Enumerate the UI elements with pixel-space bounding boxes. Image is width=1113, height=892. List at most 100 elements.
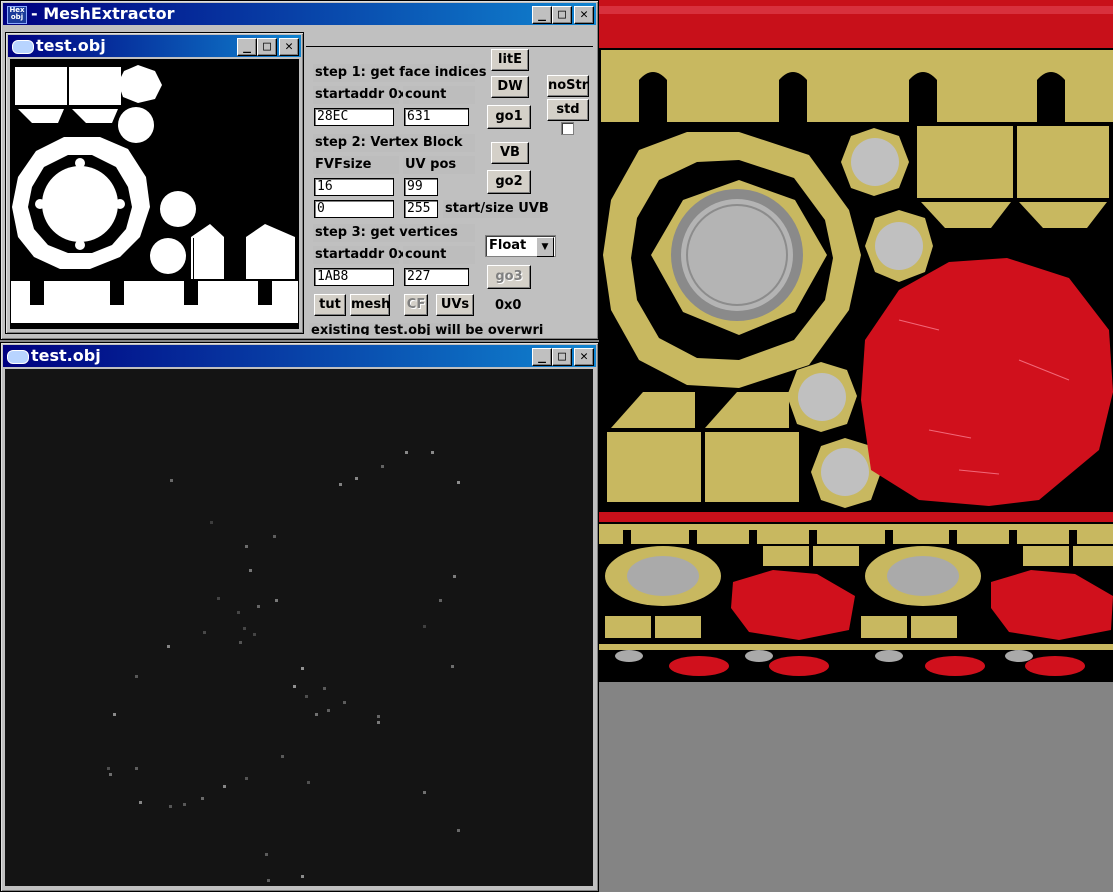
mesh-vertex bbox=[210, 521, 213, 524]
uv-pos-input[interactable]: 99 bbox=[404, 178, 438, 196]
mesh-vertex bbox=[315, 713, 318, 716]
nostr-button[interactable]: noStr bbox=[547, 75, 589, 97]
hex-display: 0x0 bbox=[495, 298, 522, 313]
close-icon[interactable]: ✕ bbox=[279, 38, 299, 56]
minimize-icon[interactable]: _ bbox=[237, 38, 257, 56]
vert-count-input[interactable]: 227 bbox=[404, 268, 469, 286]
vert-startaddr-input[interactable]: 1AB8 bbox=[314, 268, 394, 286]
mesh-vertex bbox=[183, 803, 186, 806]
mesh-vertex bbox=[293, 685, 296, 688]
mesh-vertex bbox=[167, 645, 170, 648]
uv-titlebar[interactable]: test.obj _ □ ✕ bbox=[8, 35, 301, 57]
mesh-vertex bbox=[245, 777, 248, 780]
face-startaddr-label: startaddr 0x bbox=[313, 86, 407, 104]
maximize-icon[interactable]: □ bbox=[257, 38, 277, 56]
mesh-vertex bbox=[377, 721, 380, 724]
mesh-vertex bbox=[281, 755, 284, 758]
main-titlebar[interactable]: Hex obj - MeshExtractor _ □ ✕ bbox=[3, 3, 596, 25]
mesh-vertex bbox=[305, 695, 308, 698]
window-icon bbox=[7, 350, 29, 364]
mesh-vertex bbox=[223, 785, 226, 788]
go3-button[interactable]: go3 bbox=[487, 265, 531, 289]
uv-layout-canvas bbox=[10, 59, 299, 329]
mesh-vertex bbox=[355, 477, 358, 480]
uv-pos-label: UV pos bbox=[403, 156, 475, 174]
mesh-vertex bbox=[307, 781, 310, 784]
mesh-vertex bbox=[423, 625, 426, 628]
vert-count-label: count bbox=[403, 246, 475, 264]
mesh-window-title: test.obj bbox=[31, 346, 101, 365]
mesh-button[interactable]: mesh bbox=[350, 294, 390, 316]
close-icon[interactable]: ✕ bbox=[574, 348, 594, 366]
mesh-vertex bbox=[273, 535, 276, 538]
uvb-label: start/size UVB bbox=[443, 200, 549, 218]
minimize-icon[interactable]: _ bbox=[532, 348, 552, 366]
texture-preview bbox=[599, 0, 1113, 682]
fvf-size-input[interactable]: 16 bbox=[314, 178, 394, 196]
face-count-input[interactable]: 631 bbox=[404, 108, 469, 126]
window-icon bbox=[12, 40, 34, 54]
mesh-vertex bbox=[109, 773, 112, 776]
mesh-vertex bbox=[453, 575, 456, 578]
mesh-vertex bbox=[243, 627, 246, 630]
mesh-vertex bbox=[451, 665, 454, 668]
fvf-size-label: FVFsize bbox=[313, 156, 399, 174]
format-select-value: Float bbox=[489, 238, 527, 253]
mesh-vertex bbox=[431, 451, 434, 454]
mesh-vertex bbox=[377, 715, 380, 718]
dw-button[interactable]: DW bbox=[491, 76, 529, 98]
mesh-vertex bbox=[245, 545, 248, 548]
lite-button[interactable]: litE bbox=[491, 49, 529, 71]
step1-label: step 1: get face indices bbox=[313, 64, 487, 82]
mesh-titlebar[interactable]: test.obj _ □ ✕ bbox=[3, 345, 596, 367]
mesh-vertex bbox=[170, 479, 173, 482]
face-startaddr-input[interactable]: 28EC bbox=[314, 108, 394, 126]
mesh-vertex bbox=[457, 481, 460, 484]
mesh-vertex bbox=[107, 767, 110, 770]
mesh-vertex bbox=[135, 767, 138, 770]
std-button[interactable]: std bbox=[547, 99, 589, 121]
mesh-vertex bbox=[439, 599, 442, 602]
mesh-vertex bbox=[135, 675, 138, 678]
tut-button[interactable]: tut bbox=[314, 294, 346, 316]
go1-button[interactable]: go1 bbox=[487, 105, 531, 129]
mesh-window: test.obj _ □ ✕ bbox=[0, 342, 599, 892]
mesh-vertex bbox=[301, 667, 304, 670]
vb-button[interactable]: VB bbox=[491, 142, 529, 164]
mesh-vertex bbox=[169, 805, 172, 808]
std-checkbox[interactable] bbox=[561, 122, 574, 135]
mesh-vertex bbox=[267, 879, 270, 882]
format-select[interactable]: Float ▼ bbox=[485, 235, 556, 257]
uvb-start-input[interactable]: 0 bbox=[314, 200, 394, 218]
mesh-vertex bbox=[343, 701, 346, 704]
face-count-label: count bbox=[403, 86, 475, 104]
uv-window-title: test.obj bbox=[36, 36, 106, 55]
mesh-vertex bbox=[237, 611, 240, 614]
close-icon[interactable]: ✕ bbox=[574, 6, 594, 24]
mesh-vertex bbox=[327, 709, 330, 712]
mesh-vertex bbox=[265, 853, 268, 856]
mesh-viewport[interactable] bbox=[5, 369, 593, 886]
go2-button[interactable]: go2 bbox=[487, 170, 531, 194]
step3-label: step 3: get vertices bbox=[313, 224, 475, 242]
mesh-vertex bbox=[113, 713, 116, 716]
cf-button[interactable]: CF bbox=[404, 294, 428, 316]
overwrite-warning: existing test.obj will be overwritten!) bbox=[309, 323, 543, 335]
mesh-vertex bbox=[405, 451, 408, 454]
maximize-icon[interactable]: □ bbox=[552, 6, 572, 24]
mesh-vertex bbox=[323, 687, 326, 690]
step2-label: step 2: Vertex Block bbox=[313, 134, 475, 152]
main-window-title: - MeshExtractor bbox=[31, 4, 175, 23]
mesh-vertex bbox=[139, 801, 142, 804]
menu-divider bbox=[306, 46, 593, 47]
mesh-vertex bbox=[249, 569, 252, 572]
chevron-down-icon[interactable]: ▼ bbox=[536, 237, 554, 257]
mesh-vertex bbox=[423, 791, 426, 794]
uvb-size-input[interactable]: 255 bbox=[404, 200, 438, 218]
minimize-icon[interactable]: _ bbox=[532, 6, 552, 24]
maximize-icon[interactable]: □ bbox=[552, 348, 572, 366]
mesh-vertex bbox=[217, 597, 220, 600]
mesh-vertex bbox=[339, 483, 342, 486]
mesh-vertex bbox=[301, 875, 304, 878]
uvs-button[interactable]: UVs bbox=[436, 294, 474, 316]
